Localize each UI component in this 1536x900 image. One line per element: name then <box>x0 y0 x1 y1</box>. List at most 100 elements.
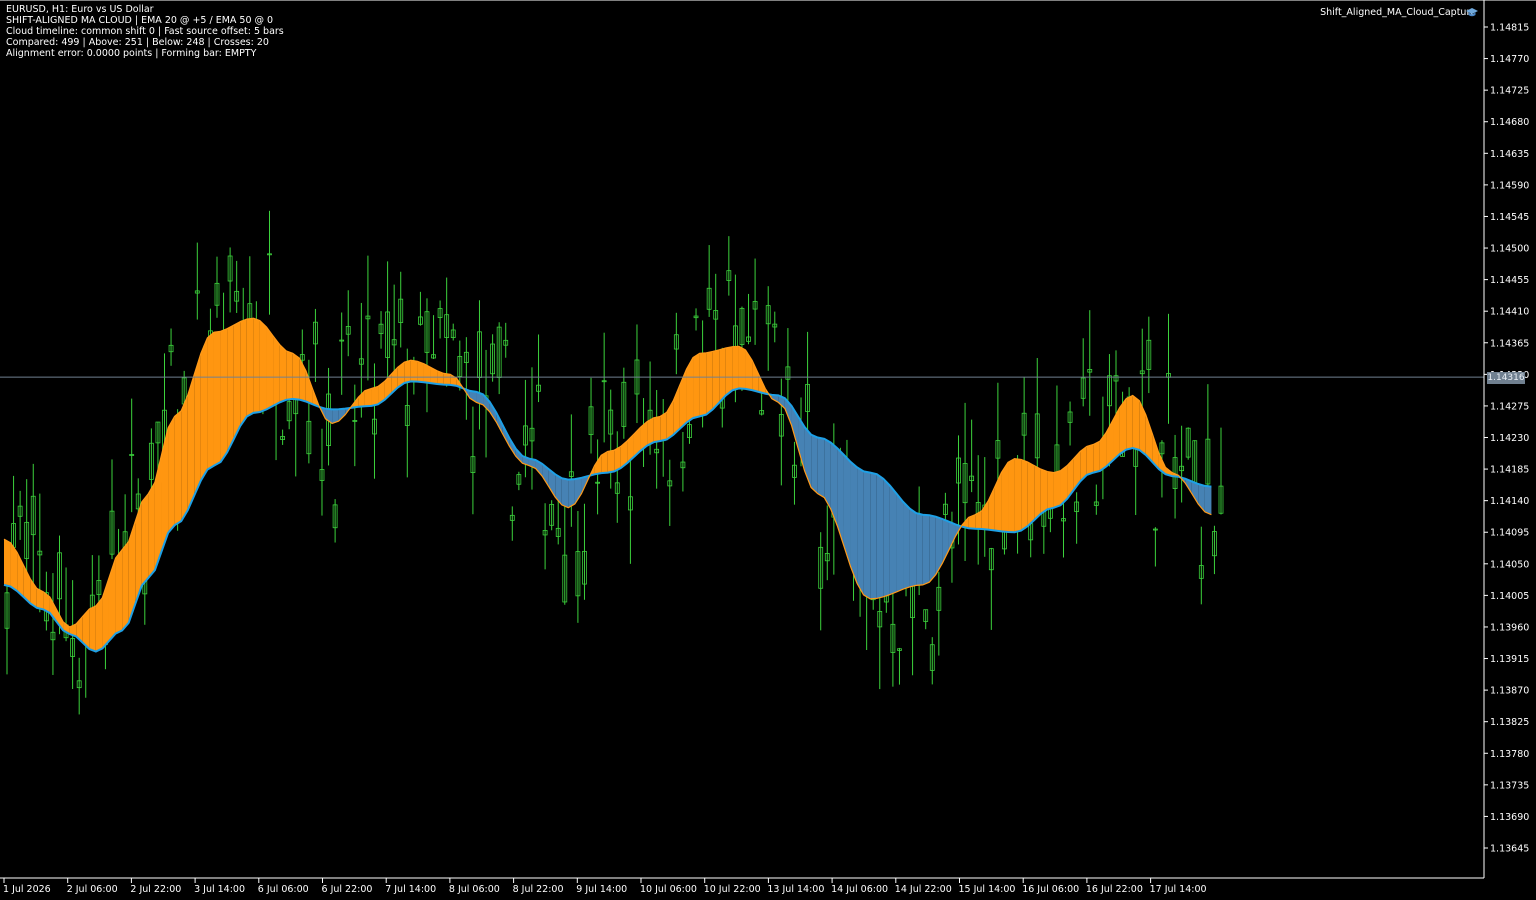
cloud-segment-above <box>89 605 96 652</box>
cloud-segment-above <box>725 346 733 396</box>
price-tick-label: 1.13690 <box>1490 812 1529 823</box>
cloud-segment-above <box>279 344 287 403</box>
cloud-segment-below <box>1204 485 1212 515</box>
price-tick-label: 1.14725 <box>1490 86 1529 97</box>
cloud-segment-above <box>653 416 661 443</box>
price-tick-label: 1.13735 <box>1490 780 1529 791</box>
cloud-segment-below <box>870 472 877 599</box>
cloud-segment-above <box>259 320 267 413</box>
symbol-title: EURUSD, H1: Euro vs US Dollar <box>6 4 154 15</box>
time-tick-label: 10 Jul 22:00 <box>704 884 761 895</box>
time-tick-label: 7 Jul 14:00 <box>385 884 436 895</box>
cloud-segment-above <box>732 346 739 391</box>
cloud-segment-above <box>194 353 201 496</box>
cloud-segment-below <box>909 508 917 587</box>
cloud-segment-above <box>233 321 241 440</box>
cloud-segment-above <box>246 318 254 417</box>
time-tick-label: 16 Jul 06:00 <box>1022 884 1079 895</box>
cloud-timeline-info: Cloud timeline: common shift 0 | Fast so… <box>6 26 284 37</box>
time-tick-label: 8 Jul 06:00 <box>449 884 500 895</box>
time-tick-label: 14 Jul 06:00 <box>831 884 888 895</box>
chart-background <box>0 0 1536 900</box>
cloud-segment-above <box>207 332 214 470</box>
price-tick-label: 1.14590 <box>1490 180 1529 191</box>
price-tick-label: 1.14185 <box>1490 465 1529 476</box>
time-tick-label: 6 Jul 22:00 <box>322 884 373 895</box>
chart-info-panel: EURUSD, H1: Euro vs US Dollar SHIFT-ALIG… <box>6 4 284 59</box>
price-tick-label: 1.14275 <box>1490 401 1529 412</box>
cloud-segment-above <box>1132 395 1140 450</box>
time-tick-label: 14 Jul 22:00 <box>895 884 952 895</box>
alignment-info: Alignment error: 0.0000 points | Forming… <box>6 48 257 59</box>
cloud-segment-below <box>929 515 936 583</box>
cloud-segment-above <box>4 539 11 587</box>
cloud-segment-below <box>561 478 569 508</box>
time-tick-label: 15 Jul 14:00 <box>959 884 1016 895</box>
cloud-segment-below <box>903 501 910 590</box>
cloud-segment-above <box>273 335 280 406</box>
cloud-segment-above <box>1047 471 1054 510</box>
cloud-segment-below <box>568 479 575 508</box>
cloud-segment-above <box>141 493 149 586</box>
price-tick-label: 1.13960 <box>1490 622 1529 633</box>
cloud-segment-above <box>213 331 221 466</box>
time-tick-label: 2 Jul 22:00 <box>130 884 181 895</box>
cloud-segment-above <box>693 353 700 419</box>
cloud-segment-above <box>706 351 713 415</box>
time-tick-label: 9 Jul 14:00 <box>576 884 627 895</box>
price-tick-label: 1.13825 <box>1490 717 1529 728</box>
cloud-segment-above <box>738 346 746 389</box>
price-tick-label: 1.14230 <box>1490 433 1529 444</box>
price-tick-label: 1.14140 <box>1490 496 1529 507</box>
cloud-segment-below <box>863 471 871 599</box>
cloud-segment-above <box>240 319 247 427</box>
cloud-segment-above <box>607 450 615 473</box>
cloud-segment-below <box>876 474 884 599</box>
compare-stats: Compared: 499 | Above: 251 | Below: 248 … <box>6 37 269 48</box>
price-tick-label: 1.14410 <box>1490 307 1529 318</box>
time-tick-label: 10 Jul 06:00 <box>640 884 697 895</box>
price-tick-label: 1.14635 <box>1490 149 1529 160</box>
time-tick-label: 3 Jul 14:00 <box>194 884 245 895</box>
cloud-segment-above <box>168 416 175 533</box>
cloud-segment-above <box>95 597 103 652</box>
chart-canvas[interactable]: 1.14815 1.14770 1.14725 1.14680 1.14635 1.145… <box>0 0 1536 900</box>
cloud-segment-above <box>1021 459 1028 531</box>
cloud-segment-above <box>1008 458 1015 533</box>
cloud-segment-below <box>916 513 923 586</box>
cloud-segment-above <box>660 412 667 442</box>
cloud-segment-above <box>699 352 707 417</box>
price-tick-label: 1.13780 <box>1490 749 1529 760</box>
indicator-name-label[interactable]: Shift_Aligned_MA_Cloud_Capture <box>1320 7 1476 18</box>
time-tick-label: 2 Jul 06:00 <box>67 884 118 895</box>
indicator-title: SHIFT-ALIGNED MA CLOUD | EMA 20 @ +5 / E… <box>6 15 274 26</box>
cloud-segment-below <box>850 461 858 584</box>
cloud-segment-below <box>889 485 897 595</box>
price-tick-label: 1.13645 <box>1490 844 1529 855</box>
graduation-cap-icon[interactable] <box>1466 8 1478 18</box>
cloud-segment-above <box>404 360 411 384</box>
time-tick-label: 13 Jul 14:00 <box>767 884 824 895</box>
price-tick-label: 1.14455 <box>1490 275 1529 286</box>
price-tick-label: 1.14770 <box>1490 54 1529 65</box>
cloud-segment-below <box>922 514 930 585</box>
cloud-segment-above <box>1093 441 1100 473</box>
time-tick-label: 16 Jul 22:00 <box>1086 884 1143 895</box>
cloud-segment-above <box>148 482 155 578</box>
cloud-segment-above <box>253 318 260 413</box>
price-tick-label: 1.13870 <box>1490 686 1529 697</box>
cloud-segment-above <box>410 360 418 382</box>
time-tick-label: 17 Jul 14:00 <box>1150 884 1207 895</box>
price-tick-label: 1.14680 <box>1490 117 1529 128</box>
cloud-segment-above <box>220 328 228 463</box>
cloud-segment-above <box>181 395 188 522</box>
cloud-segment-above <box>1040 469 1048 514</box>
cloud-segment-above <box>187 374 195 511</box>
cloud-segment-above <box>227 325 234 453</box>
cloud-segment-above <box>292 353 300 400</box>
cloud-segment-above <box>115 549 123 634</box>
cloud-segment-above <box>647 417 654 446</box>
cloud-segment-above <box>712 349 720 410</box>
price-tick-label: 1.14365 <box>1490 338 1529 349</box>
cloud-segment-below <box>857 467 864 595</box>
